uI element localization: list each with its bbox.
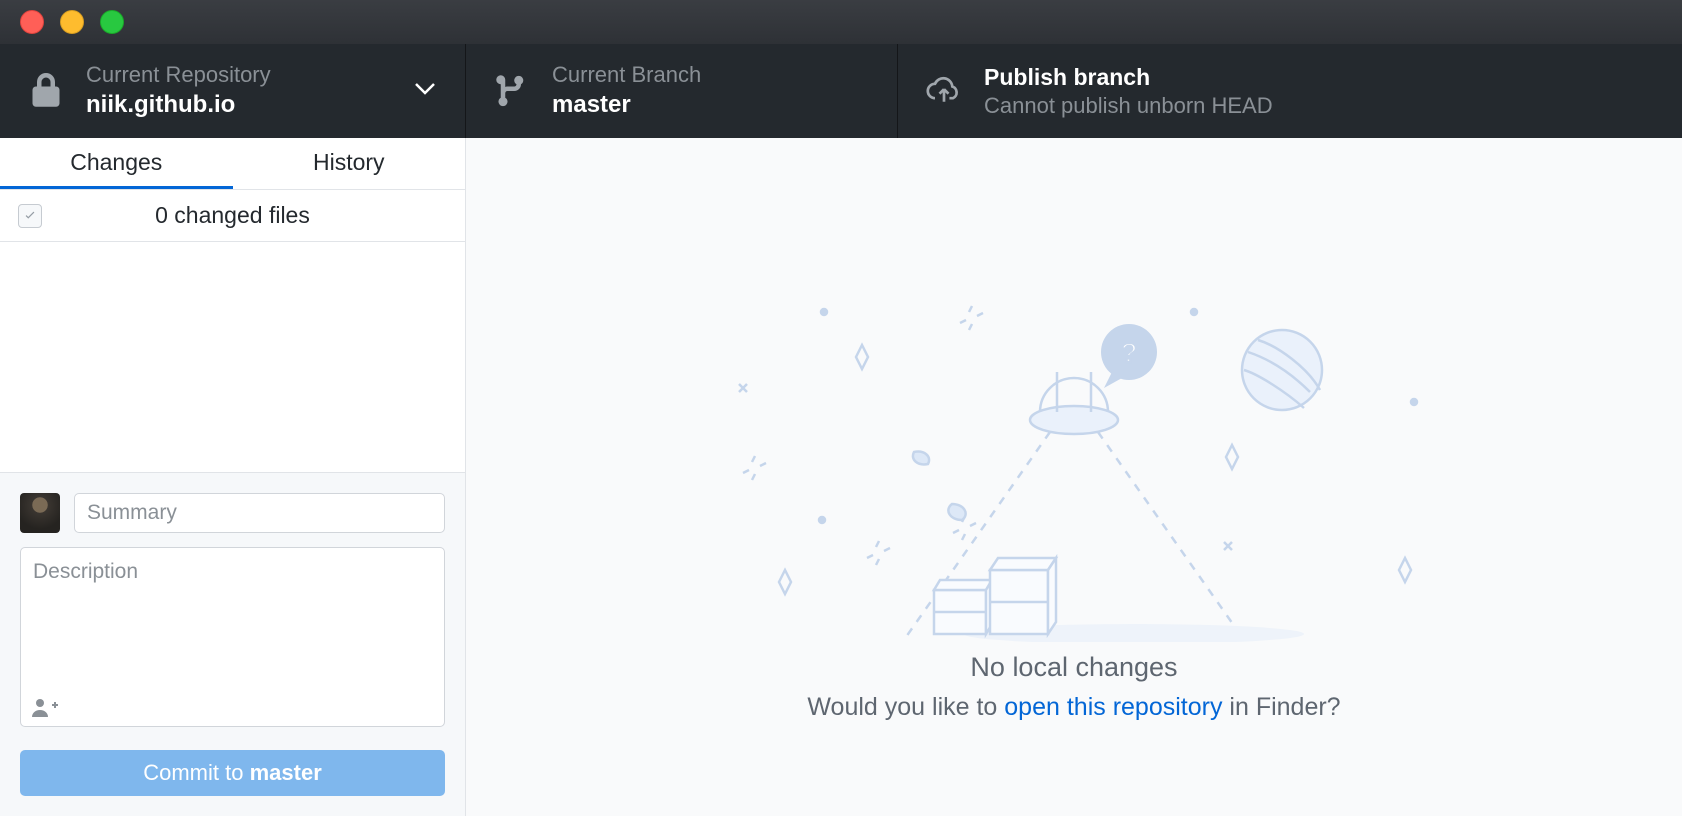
branch-label: Current Branch bbox=[552, 62, 701, 88]
description-input[interactable] bbox=[20, 547, 445, 727]
chevron-down-icon bbox=[415, 82, 435, 100]
commit-form: Commit to master bbox=[0, 472, 465, 816]
branch-name: master bbox=[552, 89, 701, 120]
open-repository-link[interactable]: open this repository bbox=[1004, 693, 1222, 721]
branch-selector[interactable]: Current Branch master bbox=[466, 44, 898, 138]
lock-icon bbox=[28, 73, 64, 109]
window-titlebar bbox=[0, 0, 1682, 44]
publish-label: Publish branch bbox=[984, 63, 1273, 93]
svg-text:?: ? bbox=[1120, 337, 1137, 368]
commit-button-branch: master bbox=[250, 760, 322, 785]
empty-state-subtext: Would you like to open this repository i… bbox=[807, 693, 1340, 722]
sidebar: Changes History 0 changed files Commit t… bbox=[0, 138, 466, 816]
empty-state-illustration: ? bbox=[714, 272, 1434, 642]
window-minimize-button[interactable] bbox=[60, 10, 84, 34]
cloud-upload-icon bbox=[926, 73, 962, 109]
sidebar-tabs: Changes History bbox=[0, 138, 465, 190]
repository-selector[interactable]: Current Repository niik.github.io bbox=[0, 44, 466, 138]
commit-button-prefix: Commit to bbox=[143, 760, 249, 785]
tab-history[interactable]: History bbox=[233, 138, 466, 189]
empty-state-heading: No local changes bbox=[970, 652, 1177, 683]
window-maximize-button[interactable] bbox=[100, 10, 124, 34]
tab-changes[interactable]: Changes bbox=[0, 138, 233, 189]
commit-button[interactable]: Commit to master bbox=[20, 750, 445, 796]
app-toolbar: Current Repository niik.github.io Curren… bbox=[0, 44, 1682, 138]
avatar[interactable] bbox=[20, 493, 60, 533]
add-coauthor-icon[interactable] bbox=[32, 697, 58, 722]
summary-input[interactable] bbox=[74, 493, 445, 533]
file-list bbox=[0, 242, 465, 472]
changed-files-count: 0 changed files bbox=[18, 202, 447, 229]
publish-sublabel: Cannot publish unborn HEAD bbox=[984, 93, 1273, 119]
repository-label: Current Repository bbox=[86, 62, 271, 88]
repository-name: niik.github.io bbox=[86, 89, 271, 120]
main-content: ? bbox=[466, 138, 1682, 816]
window-close-button[interactable] bbox=[20, 10, 44, 34]
publish-button[interactable]: Publish branch Cannot publish unborn HEA… bbox=[898, 44, 1682, 138]
changes-header: 0 changed files bbox=[0, 190, 465, 242]
git-branch-icon bbox=[494, 73, 530, 109]
